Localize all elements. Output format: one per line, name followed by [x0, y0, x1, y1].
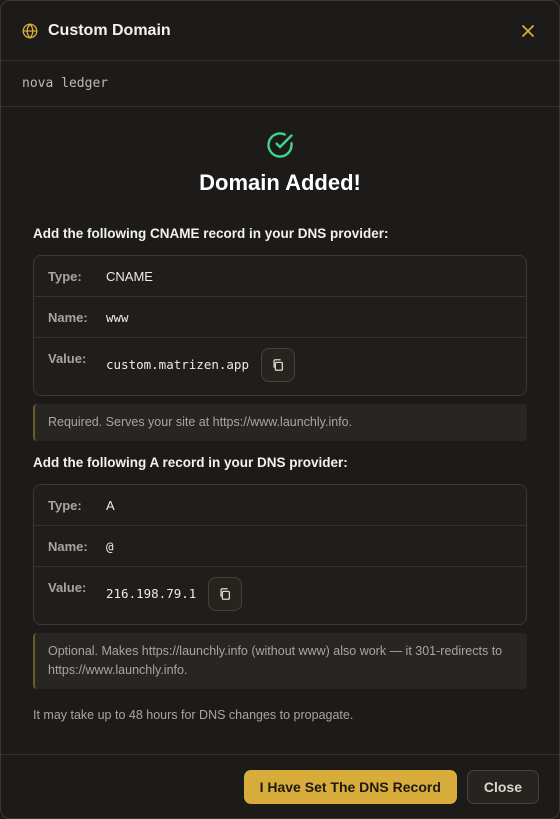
record-key: Value:	[48, 351, 87, 366]
record-row-value: Value: 216.198.79.1	[34, 567, 526, 624]
success-title: Domain Added!	[199, 170, 361, 195]
copy-icon	[273, 359, 284, 371]
dialog-body: Domain Added! Add the following CNAME re…	[1, 130, 559, 722]
dialog-header: Custom Domain	[1, 1, 559, 61]
a-record-note: Optional. Makes https://launchly.info (w…	[33, 633, 527, 689]
record-row-type: Type: CNAME	[34, 256, 526, 297]
project-name: nova ledger	[1, 61, 559, 107]
a-record-card: Type: A Name: @ Value: 216.198.79.1	[33, 484, 527, 625]
confirm-dns-button[interactable]: I Have Set The DNS Record	[243, 769, 457, 804]
record-key: Name:	[48, 538, 88, 554]
globe-icon	[21, 22, 39, 40]
a-record-instruction: Add the following A record in your DNS p…	[33, 455, 348, 470]
record-value: @	[106, 538, 114, 554]
custom-domain-dialog: Custom Domain nova ledger Domain Added! …	[0, 0, 560, 819]
record-row-name: Name: www	[34, 297, 526, 338]
record-key: Name:	[48, 309, 88, 325]
dialog-footer: I Have Set The DNS Record Close	[1, 754, 559, 818]
record-key: Type:	[48, 497, 82, 513]
record-row-value: Value: custom.matrizen.app	[34, 338, 526, 395]
copy-button[interactable]	[261, 348, 295, 382]
record-key: Value:	[48, 580, 87, 595]
dialog-title: Custom Domain	[48, 21, 171, 39]
cname-instruction: Add the following CNAME record in your D…	[33, 226, 389, 241]
copy-icon	[220, 588, 231, 600]
record-row-type: Type: A	[34, 485, 526, 526]
record-row-name: Name: @	[34, 526, 526, 567]
propagation-note: It may take up to 48 hours for DNS chang…	[33, 708, 354, 722]
cname-record-card: Type: CNAME Name: www Value: custom.matr…	[33, 255, 527, 396]
close-icon[interactable]	[517, 20, 539, 42]
close-button[interactable]: Close	[466, 769, 539, 804]
record-value: custom.matrizen.app	[106, 357, 249, 372]
record-value: A	[106, 497, 115, 513]
record-value: 216.198.79.1	[106, 586, 197, 601]
record-value: CNAME	[106, 268, 153, 284]
check-circle-icon	[33, 130, 527, 160]
copy-button[interactable]	[208, 577, 243, 611]
record-key: Type:	[48, 268, 82, 284]
record-value: www	[106, 309, 129, 325]
cname-note: Required. Serves your site at https://ww…	[33, 404, 527, 441]
